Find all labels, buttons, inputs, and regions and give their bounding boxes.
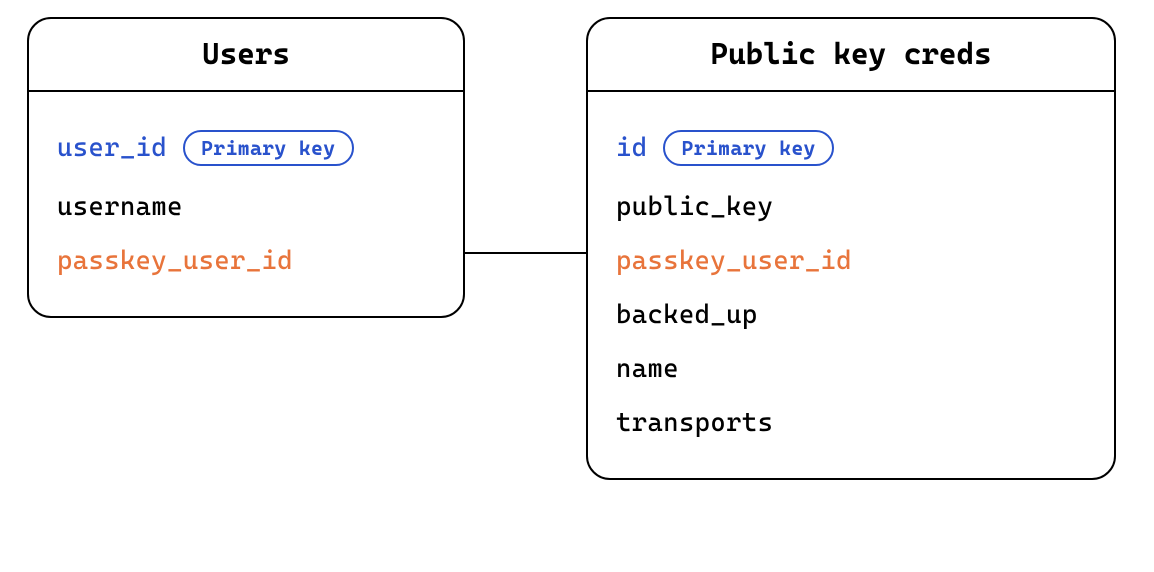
field-row: public_key <box>616 180 1086 234</box>
field-name: id <box>616 135 647 161</box>
field-row: name <box>616 342 1086 396</box>
field-row: username <box>57 180 435 234</box>
field-row: id Primary key <box>616 116 1086 180</box>
field-row: backed_up <box>616 288 1086 342</box>
field-name: transports <box>616 410 773 436</box>
field-name: passkey_user_id <box>57 248 293 274</box>
entity-public-key-creds: Public key creds id Primary key public_k… <box>586 17 1116 480</box>
entity-users: Users user_id Primary key username passk… <box>27 17 465 318</box>
entity-users-title: Users <box>29 19 463 92</box>
primary-key-badge: Primary key <box>183 130 353 166</box>
field-row: transports <box>616 396 1086 450</box>
field-name: username <box>57 194 183 220</box>
field-row: user_id Primary key <box>57 116 435 180</box>
field-row: passkey_user_id <box>616 234 1086 288</box>
field-name: backed_up <box>616 302 758 328</box>
relationship-line <box>465 252 586 254</box>
primary-key-badge: Primary key <box>663 130 833 166</box>
field-name: user_id <box>57 135 167 161</box>
field-name: name <box>616 356 679 382</box>
field-name: passkey_user_id <box>616 248 852 274</box>
field-row: passkey_user_id <box>57 234 435 288</box>
field-name: public_key <box>616 194 773 220</box>
entity-creds-title: Public key creds <box>588 19 1114 92</box>
entity-users-body: user_id Primary key username passkey_use… <box>29 92 463 316</box>
entity-creds-body: id Primary key public_key passkey_user_i… <box>588 92 1114 478</box>
